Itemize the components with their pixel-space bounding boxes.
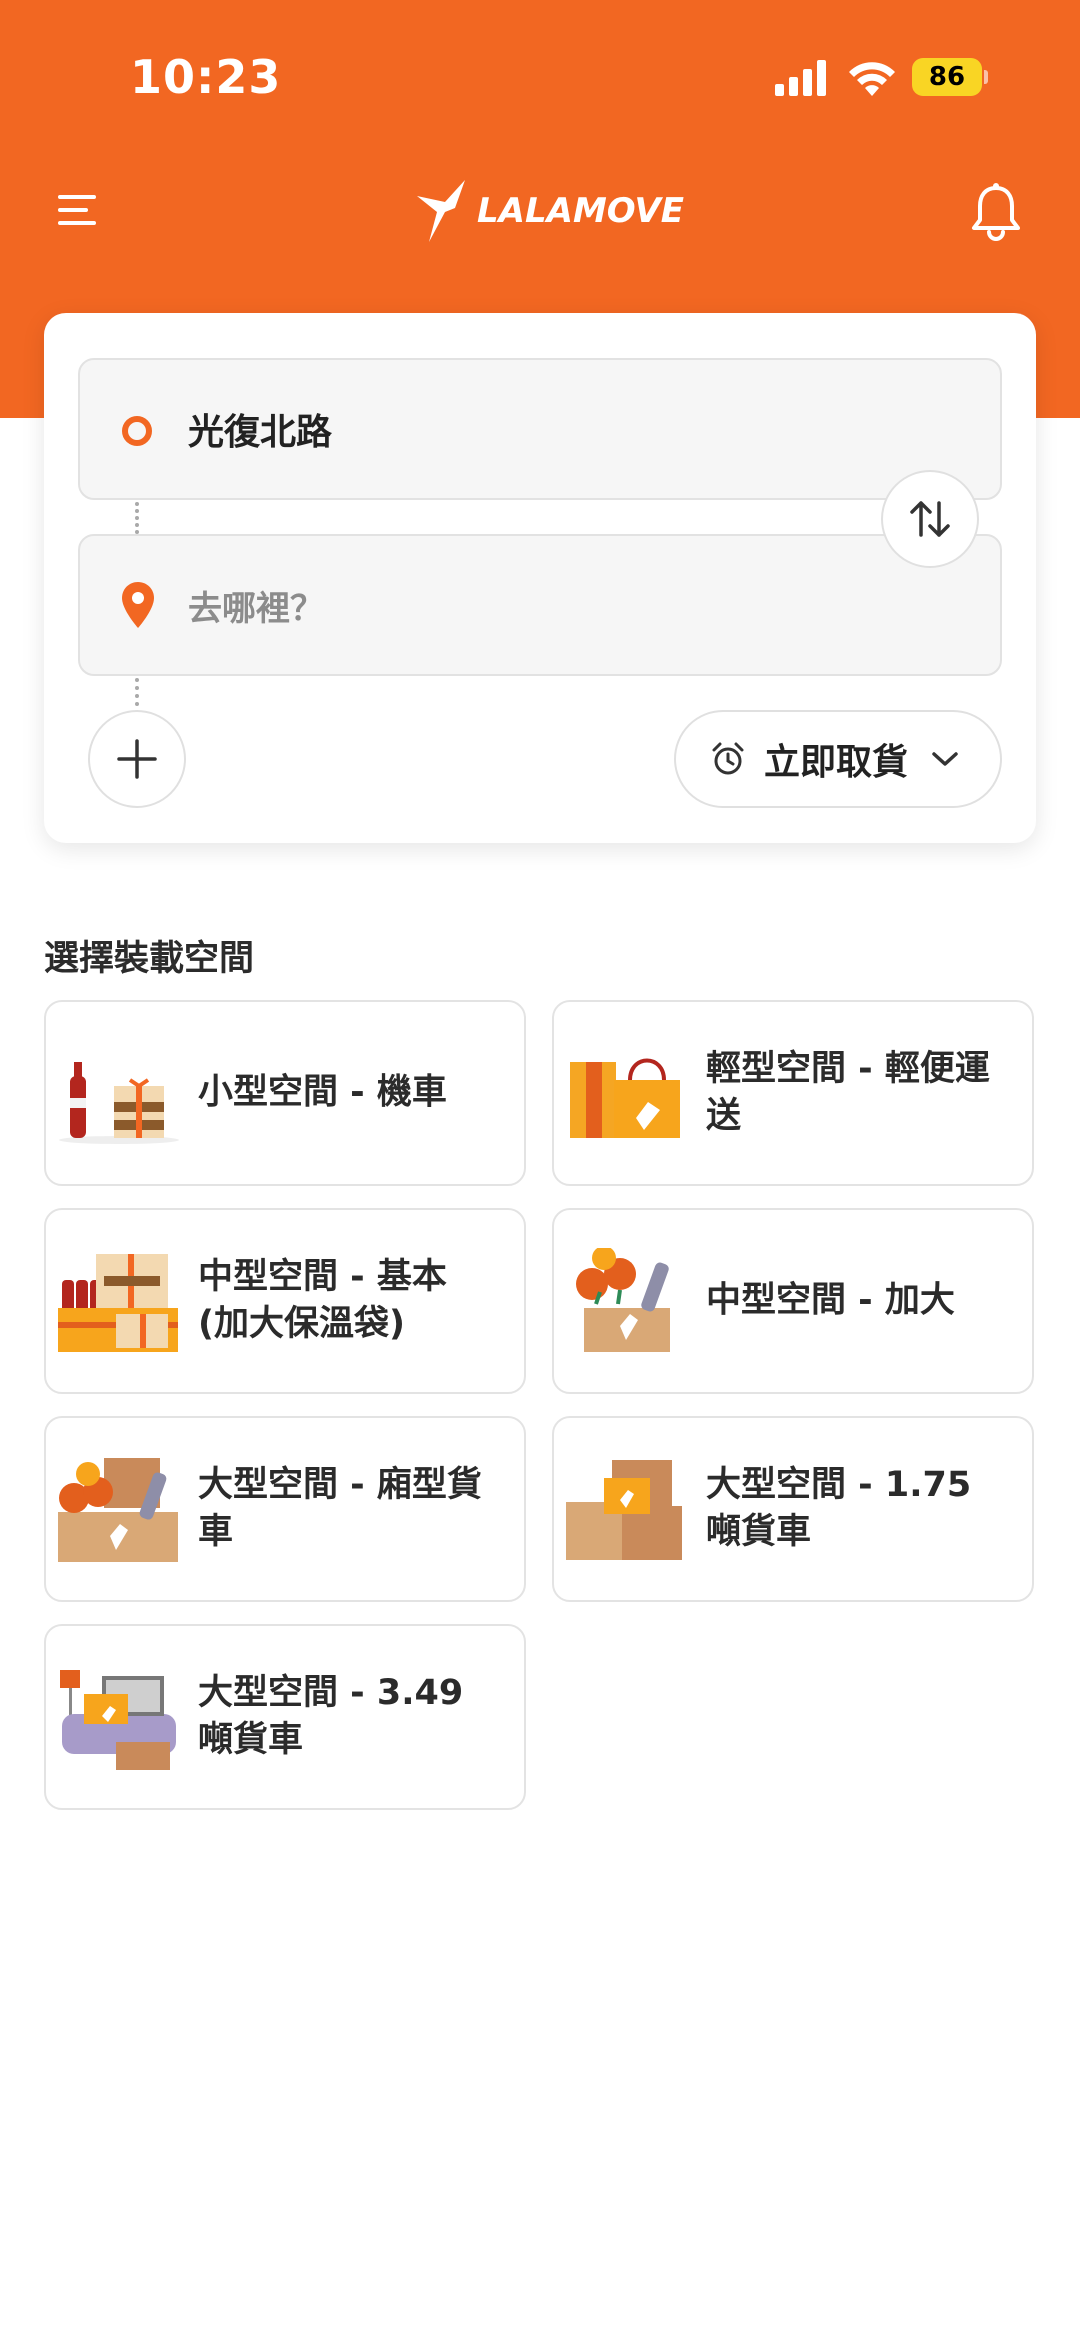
vehicle-label: 大型空間 - 3.49 噸貨車 (198, 1673, 464, 1760)
status-time: 10:23 (130, 50, 282, 104)
vehicle-option-motorcycle[interactable]: 小型空間 - 機車 (44, 1000, 526, 1186)
wifi-icon (849, 62, 895, 96)
vehicle-option-medium-large[interactable]: 中型空間 - 加大 (552, 1208, 1034, 1394)
add-stop-connector-line (135, 678, 139, 714)
hummingbird-logo-icon (417, 180, 465, 242)
alarm-clock-icon (712, 742, 744, 775)
suv-cargo-icon (576, 1248, 670, 1352)
battery-level: 86 (912, 58, 982, 96)
dropoff-placeholder: 去哪裡？ (188, 588, 324, 629)
light-van-cargo-icon (570, 1058, 680, 1138)
top-nav-bar: LALAMOVE (0, 160, 1080, 260)
vehicle-section-title: 選擇裝載空間 (44, 939, 255, 979)
pickup-location-field[interactable]: 光復北路 (78, 358, 1002, 500)
dropoff-location-field[interactable]: 去哪裡？ (78, 534, 1002, 676)
vehicle-option-medium-basic[interactable]: 中型空間 - 基本 (加大保溫袋) (44, 1208, 526, 1394)
pickup-location-text: 光復北路 (188, 412, 333, 453)
swap-locations-button[interactable] (881, 470, 979, 568)
pickup-time-label: 立即取貨 (764, 742, 909, 783)
logo-text: LALAMOVE (477, 191, 685, 231)
vehicle-label: 小型空間 - 機車 (198, 1072, 447, 1113)
pickup-circle-icon (122, 416, 152, 446)
location-pin-icon (122, 582, 154, 628)
battery-indicator: 86 (912, 58, 988, 96)
vehicle-label: 中型空間 - 加大 (706, 1280, 955, 1321)
signal-bars-icon (775, 60, 826, 96)
vehicle-label: 大型空間 - 廂型貨車 (198, 1465, 482, 1552)
vehicle-label: 中型空間 - 基本 (加大保溫袋) (198, 1257, 447, 1344)
vehicle-option-truck-175[interactable]: 大型空間 - 1.75 噸貨車 (552, 1416, 1034, 1602)
vehicle-option-truck-349[interactable]: 大型空間 - 3.49 噸貨車 (44, 1624, 526, 1810)
battery-tip (984, 70, 988, 84)
sedan-cargo-icon (58, 1254, 178, 1352)
motorcycle-cargo-icon (59, 1062, 179, 1144)
chevron-down-icon (932, 752, 958, 766)
plus-icon (117, 739, 157, 779)
hamburger-menu-icon[interactable] (52, 185, 106, 235)
vehicle-label: 大型空間 - 1.75 噸貨車 (706, 1465, 972, 1552)
pickup-time-selector[interactable]: 立即取貨 (674, 710, 1002, 808)
vehicle-label: 輕型空間 - 輕便運送 (706, 1049, 990, 1136)
bell-icon[interactable] (968, 182, 1024, 242)
swap-arrows-icon (910, 501, 950, 537)
status-bar: 10:23 86 (0, 0, 1080, 160)
route-connector-line (135, 502, 139, 534)
lalamove-logo: LALAMOVE (415, 176, 684, 246)
vehicle-option-light[interactable]: 輕型空間 - 輕便運送 (552, 1000, 1034, 1186)
route-card: 光復北路 去哪裡？ 立即取貨 (44, 313, 1036, 843)
truck-349-cargo-icon (60, 1670, 176, 1770)
add-stop-button[interactable] (88, 710, 186, 808)
van-cargo-icon (58, 1458, 178, 1562)
truck-175-cargo-icon (566, 1460, 682, 1560)
vehicle-option-van[interactable]: 大型空間 - 廂型貨車 (44, 1416, 526, 1602)
